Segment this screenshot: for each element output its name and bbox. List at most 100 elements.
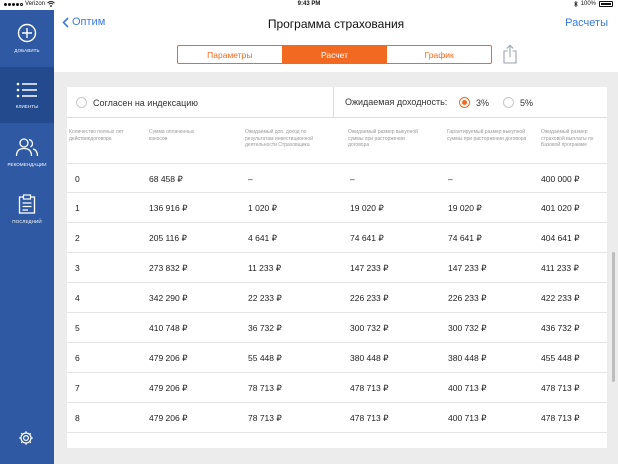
share-icon[interactable]	[503, 44, 517, 64]
table-row: 6 479 206 ₽ 55 448 ₽ 380 448 ₽ 380 448 ₽ 455 …	[67, 343, 607, 373]
table-cell: 74 641 ₽	[448, 233, 482, 243]
table-row: 8 479 206 ₽ 78 713 ₽ 478 713 ₽ 400 713 ₽ 478 …	[67, 403, 607, 433]
table-cell: 7	[75, 383, 80, 393]
table-cell: 74 641 ₽	[350, 233, 384, 243]
table-cell: 11 233 ₽	[248, 263, 282, 273]
table-cell: 0	[75, 174, 80, 184]
sidebar-item-recent[interactable]: ПОСЛЕДНИЙ	[0, 181, 54, 237]
table-cell: 147 233 ₽	[448, 263, 487, 273]
sidebar-item-recommendations[interactable]: РЕКОМЕНДАЦИИ	[0, 124, 54, 180]
status-time: 9:43 PM	[297, 1, 321, 7]
table-cell: 300 732 ₽	[448, 323, 487, 333]
table-cell: 226 233 ₽	[350, 293, 389, 303]
column-header-extra-income: Ожидаемый доп. доход по результатам инве…	[245, 129, 314, 148]
indexation-label: Согласен на индексацию	[93, 97, 199, 108]
table-cell: 78 713 ₽	[248, 413, 282, 423]
yield-radio-5[interactable]	[503, 97, 514, 108]
sidebar-item-label: КЛИЕНТЫ	[15, 104, 39, 109]
table-cell: 19 020 ₽	[350, 203, 384, 213]
column-header-years: Количество полных лет действиедоговора	[69, 129, 124, 142]
table-cell: 136 916 ₽	[149, 203, 188, 213]
yield-option-3[interactable]: 3%	[459, 97, 489, 108]
table-cell: 273 832 ₽	[149, 263, 188, 273]
table-row: 3 273 832 ₽ 11 233 ₽ 147 233 ₽ 147 233 ₽ 411 …	[67, 253, 607, 283]
battery-info: 100%	[573, 1, 613, 7]
table-cell: 401 020 ₽	[541, 203, 580, 213]
yield-label: Ожидаемая доходность:	[345, 97, 448, 107]
indexation-checkbox[interactable]	[76, 97, 87, 108]
table-cell: 404 641 ₽	[541, 233, 580, 243]
table-cell: 478 713 ₽	[541, 383, 580, 393]
table-cell: 478 713 ₽	[350, 413, 389, 423]
table-cell: 342 290 ₽	[149, 293, 188, 303]
yield-option-label: 3%	[476, 97, 490, 108]
table-cell: 479 206 ₽	[149, 383, 188, 393]
table-cell: 68 458 ₽	[149, 174, 183, 184]
tab-calculation[interactable]: Расчет	[281, 46, 387, 63]
table-cell: 5	[75, 323, 80, 333]
table-cell: 411 233 ₽	[541, 263, 579, 273]
gear-icon[interactable]	[18, 430, 34, 446]
yield-radio-3[interactable]	[459, 97, 470, 108]
battery-percent: 100%	[580, 1, 596, 7]
table-cell: –	[448, 174, 453, 184]
table-cell: 22 233 ₽	[248, 293, 282, 303]
table-cell: 478 713 ₽	[541, 413, 580, 423]
sidebar-item-clients[interactable]: КЛИЕНТЫ	[0, 67, 54, 123]
column-header-expected-surrender: Ожидаемый размер выкупной суммы при раст…	[348, 129, 418, 148]
sidebar-item-label: ДОБАВИТЬ	[14, 48, 40, 53]
table-cell: 300 732 ₽	[350, 323, 389, 333]
table-cell: 479 206 ₽	[149, 413, 188, 423]
yield-option-label: 5%	[520, 97, 534, 108]
sidebar: ДОБАВИТЬ КЛИЕНТЫ РЕКОМЕНДАЦИИ ПОСЛЕДНИЙ	[0, 10, 54, 464]
battery-icon	[599, 1, 613, 7]
column-header-payout: Ожидаемый размер страховой выплаты по Ба…	[541, 129, 594, 148]
calculation-panel: Согласен на индексацию Ожидаемая доходно…	[67, 87, 615, 448]
table-cell: 226 233 ₽	[448, 293, 487, 303]
status-bar: Verizon 9:43 PM 100%	[0, 0, 618, 10]
options-row: Согласен на индексацию Ожидаемая доходно…	[67, 87, 607, 118]
table-cell: –	[248, 174, 253, 184]
table-row: 0 68 458 ₽ – – – 400 000 ₽	[67, 163, 607, 193]
table-row: 5 410 748 ₽ 36 732 ₽ 300 732 ₽ 300 732 ₽ 436 …	[67, 313, 607, 343]
sidebar-item-label: РЕКОМЕНДАЦИИ	[7, 162, 47, 167]
table-cell: 479 206 ₽	[149, 353, 188, 363]
table-cell: 6	[75, 353, 80, 363]
table-cell: –	[350, 174, 355, 184]
table-row: 4 342 290 ₽ 22 233 ₽ 226 233 ₽ 226 233 ₽ 422 …	[67, 283, 607, 313]
table-cell: 4 641 ₽	[248, 233, 278, 243]
column-header-guaranteed-surrender: Гарантируемый размер выкупной суммы при …	[447, 129, 527, 142]
table-cell: 4	[75, 293, 80, 303]
table-cell: 410 748 ₽	[149, 323, 188, 333]
table-cell: 147 233 ₽	[350, 263, 389, 273]
scrollbar[interactable]	[612, 252, 615, 382]
indexation-option[interactable]: Согласен на индексацию	[76, 97, 198, 108]
calculations-button[interactable]: Расчеты	[565, 17, 608, 29]
table-cell: 422 233 ₽	[541, 293, 580, 303]
table-row: 2 205 116 ₽ 4 641 ₽ 74 641 ₽ 74 641 ₽ 404 641…	[67, 223, 607, 253]
table-cell: 205 116 ₽	[149, 233, 187, 243]
table-cell: 1 020 ₽	[248, 203, 278, 213]
yield-option-5[interactable]: 5%	[503, 97, 533, 108]
sidebar-item-add[interactable]: ДОБАВИТЬ	[0, 10, 54, 66]
options-divider	[333, 87, 334, 118]
table-body: 0 68 458 ₽ – – – 400 000 ₽ 1 136 916 ₽ 1 020 ₽ 19…	[67, 163, 607, 433]
table-cell: 478 713 ₽	[350, 383, 389, 393]
table-cell: 55 448 ₽	[248, 353, 282, 363]
table-cell: 1	[75, 203, 80, 213]
page-title: Программа страхования	[267, 17, 405, 31]
table-cell: 78 713 ₽	[248, 383, 282, 393]
table-cell: 2	[75, 233, 80, 243]
table-cell: 3	[75, 263, 80, 273]
list-icon	[16, 82, 37, 98]
table-cell: 380 448 ₽	[350, 353, 389, 363]
tab-schedule[interactable]: График	[386, 46, 491, 63]
table-cell: 36 732 ₽	[248, 323, 282, 333]
tab-bar: Параметры Расчет График	[177, 45, 492, 64]
table-cell: 400 000 ₽	[541, 174, 580, 184]
table-cell: 8	[75, 413, 80, 423]
table-cell: 455 448 ₽	[541, 353, 580, 363]
tab-parameters[interactable]: Параметры	[178, 46, 282, 63]
table-cell: 436 732 ₽	[541, 323, 580, 333]
plus-circle-icon	[17, 23, 37, 43]
